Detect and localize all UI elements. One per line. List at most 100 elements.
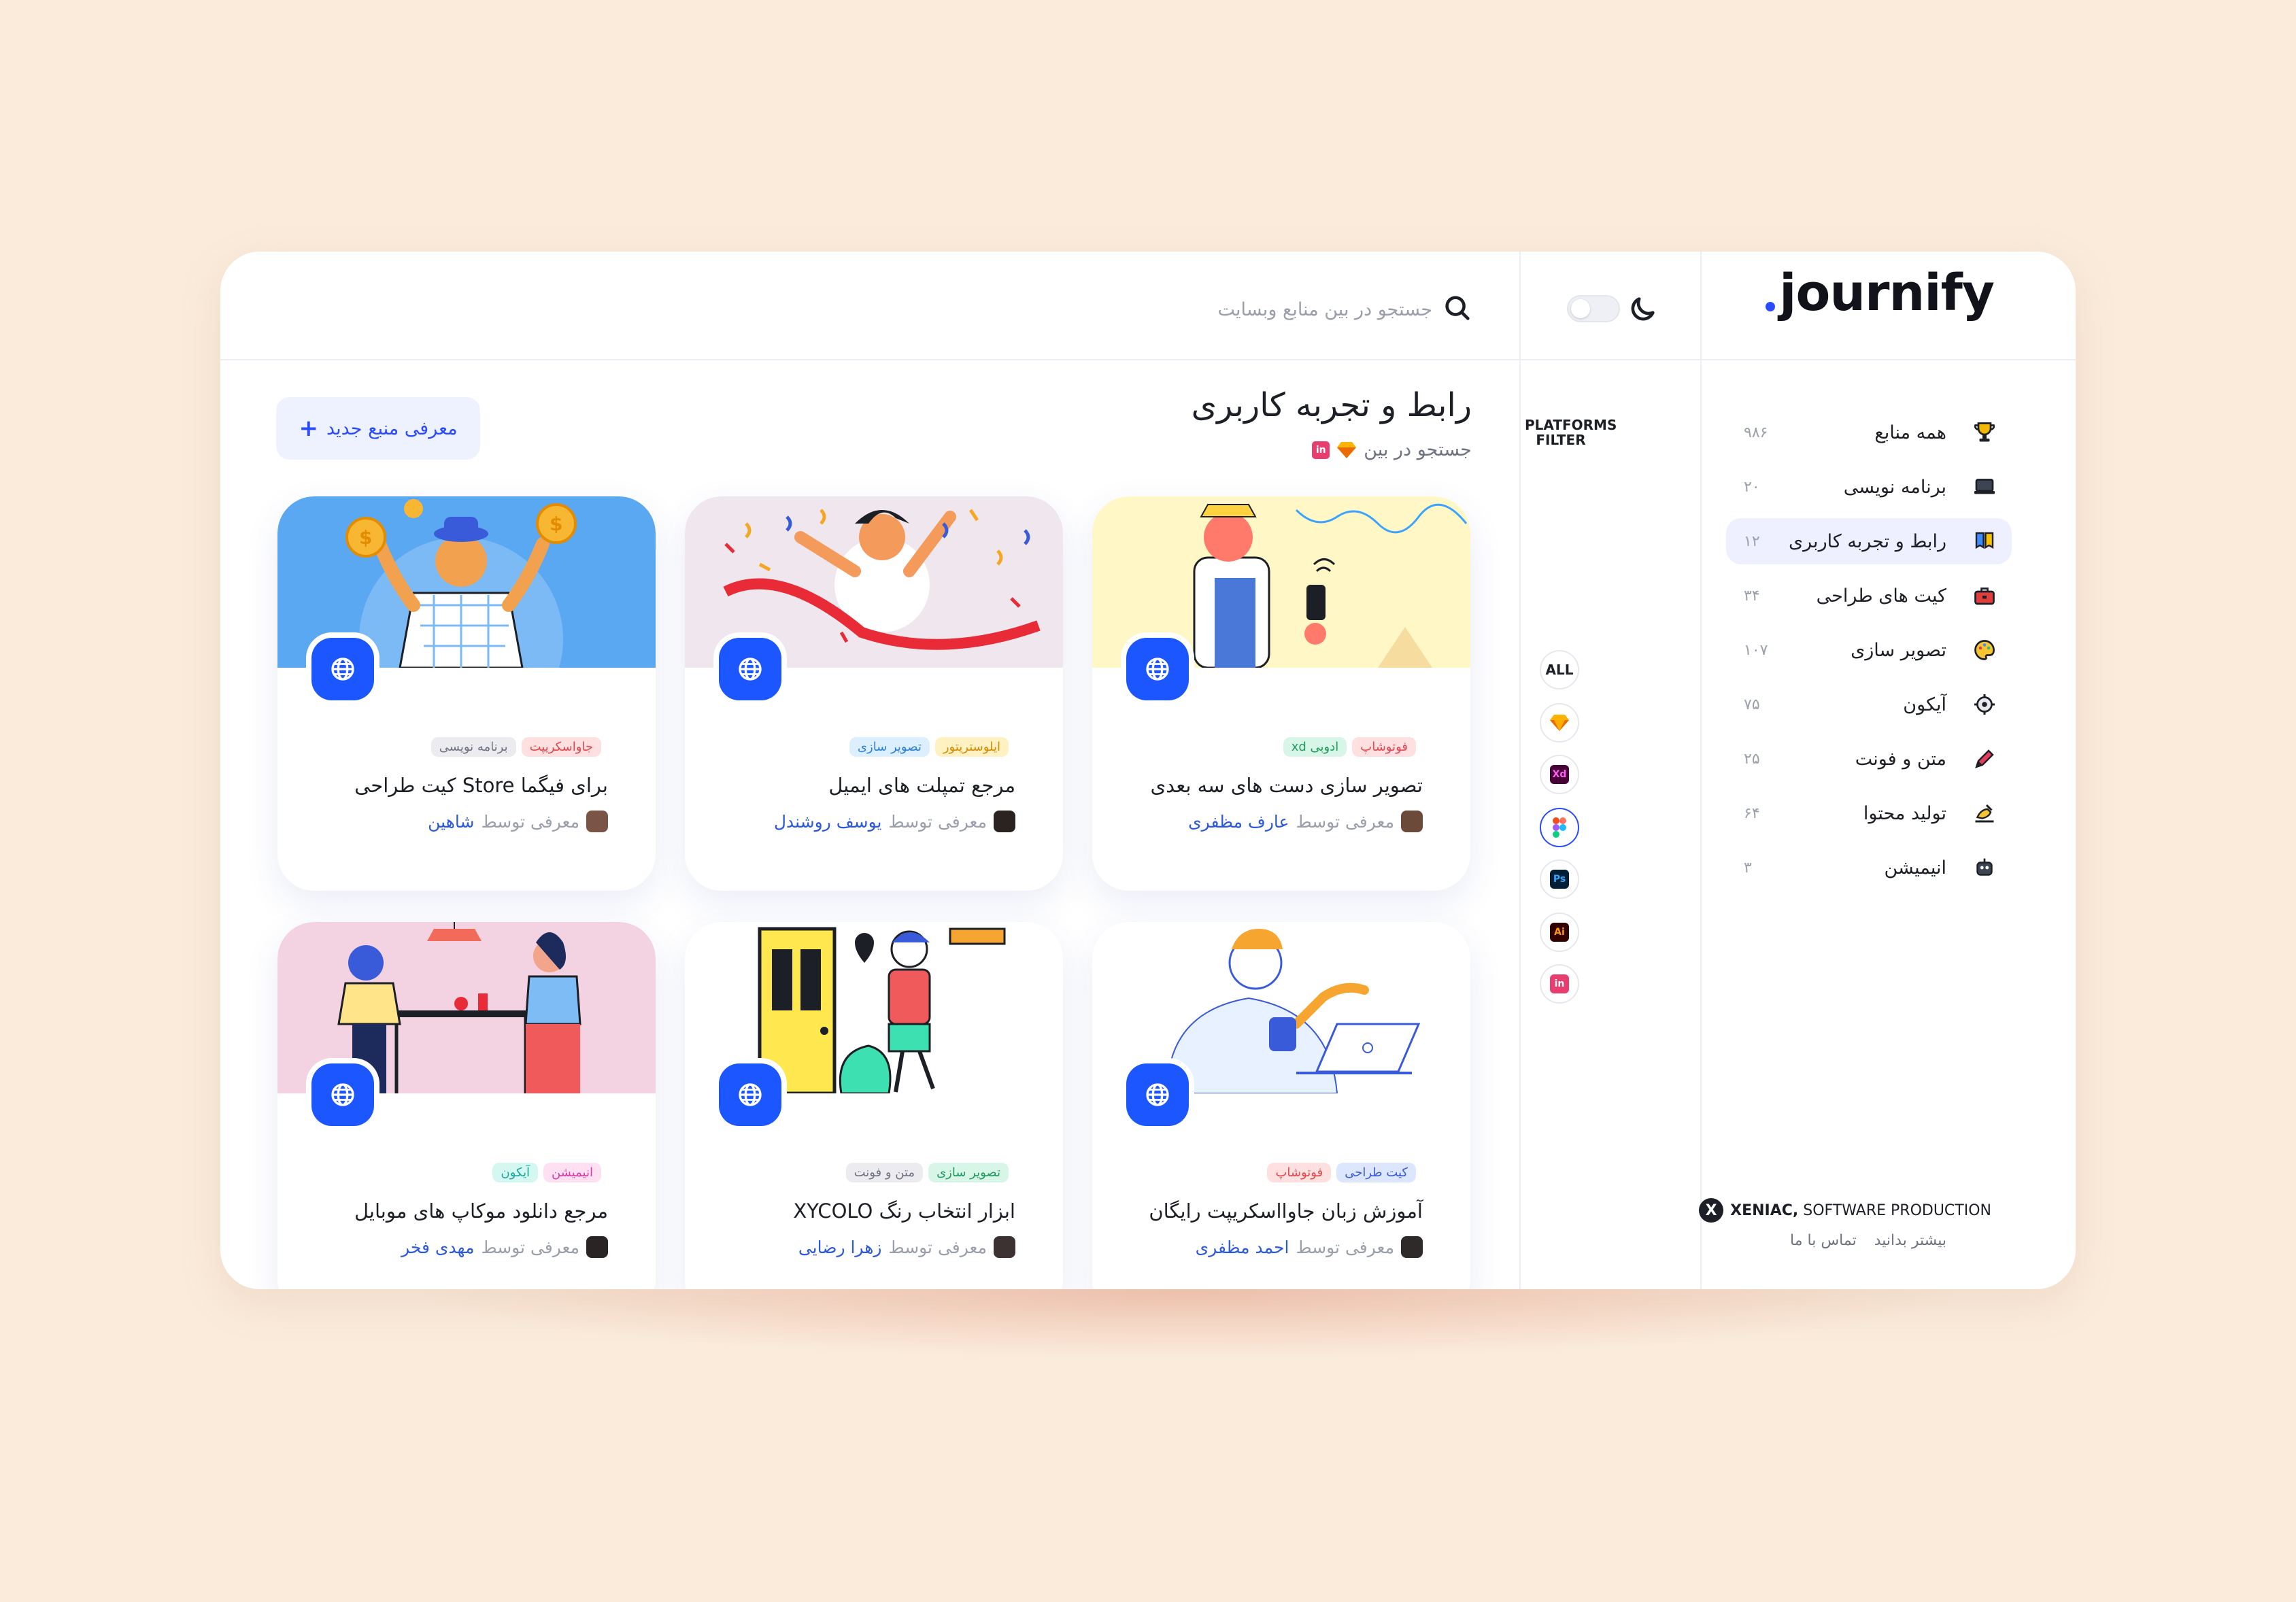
author-link[interactable]: احمد مظفری (1196, 1238, 1289, 1257)
tag: جاواسکریپت (521, 737, 601, 757)
ux-icon (1975, 532, 1994, 549)
tag: برنامه نویسی (430, 737, 516, 757)
avatar (1401, 811, 1423, 832)
author-link[interactable]: شاهین (428, 812, 474, 832)
sidebar-item-icons[interactable]: ۷۵ آیکون (1726, 681, 2012, 728)
platform-figma-button[interactable] (1540, 808, 1579, 847)
platform-invision-button[interactable]: in (1540, 964, 1579, 1004)
palette-icon (1974, 640, 1995, 660)
card-author: معرفی توسط زهرا رضایی (798, 1236, 1015, 1258)
globe-icon[interactable] (311, 638, 374, 700)
author-link[interactable]: یوسف روشندل (774, 812, 882, 832)
by-prefix: معرفی توسط (481, 811, 579, 832)
illustrator-icon: Ai (1550, 923, 1569, 942)
author-link[interactable]: زهرا رضایی (798, 1238, 882, 1257)
by-prefix: معرفی توسط (1296, 811, 1394, 832)
globe-icon[interactable] (1126, 1063, 1189, 1126)
nav-count: ۷۵ (1744, 696, 1760, 713)
card-author: معرفی توسط مهدی فخر (401, 1236, 608, 1258)
card-author: معرفی توسط یوسف روشندل (774, 811, 1015, 832)
resource-card[interactable]: تصویر سازی متن و فونت ابزار انتخاب رنگ X… (685, 922, 1063, 1289)
globe-icon[interactable] (1126, 638, 1189, 700)
toolbox-icon (1974, 587, 1995, 605)
sidebar-item-all-resources[interactable]: ۹۸۶ همه منابع (1726, 409, 2012, 456)
invision-icon: in (1312, 441, 1330, 459)
platform-xd-button[interactable]: Xd (1540, 755, 1579, 794)
nav-count: ۳ (1744, 859, 1752, 876)
card-tags: جاواسکریپت برنامه نویسی (430, 737, 601, 757)
globe-icon[interactable] (719, 1063, 781, 1126)
nav-count: ۱۲ (1744, 532, 1760, 550)
footer-links: بیشتر بدانید تماس با ما (1772, 1232, 1946, 1249)
card-tags: ایلوستریتور تصویر سازی (849, 737, 1009, 757)
avatar (1401, 1236, 1423, 1258)
nav-label: انیمیشن (1884, 857, 1946, 879)
robot-icon (1976, 858, 1993, 876)
tag: متن و فونت (845, 1163, 924, 1182)
trophy-icon (1974, 422, 1995, 442)
resource-card[interactable]: انیمیشن آیکون مرجع دانلود موکاپ های موبا… (277, 922, 656, 1289)
sidebar-divider (1519, 252, 1521, 1289)
invision-icon: in (1550, 974, 1569, 993)
platform-all-button[interactable]: ALL (1540, 650, 1579, 689)
author-link[interactable]: مهدی فخر (401, 1238, 474, 1257)
header-divider (220, 359, 2076, 360)
pencil-icon (1975, 749, 1994, 768)
nav-label: برنامه نویسی (1843, 476, 1946, 498)
nav-count: ۲۵ (1744, 750, 1760, 768)
sidebar-item-content[interactable]: ۶۴ تولید محتوا (1726, 790, 2012, 836)
tag: فوتوشاپ (1267, 1163, 1332, 1182)
tag: تصویر سازی (928, 1163, 1009, 1182)
card-title: برای فیگما Store کیت طراحی (354, 774, 608, 797)
avatar (586, 1236, 608, 1258)
by-prefix: معرفی توسط (481, 1237, 579, 1257)
sidebar-item-design-kits[interactable]: ۳۴ کیت های طراحی (1726, 573, 2012, 619)
tag: تصویر سازی (849, 737, 930, 757)
globe-icon[interactable] (311, 1063, 374, 1126)
resource-card[interactable]: فوتوشاپ ادوبی xd تصویر سازی دست های سه ب… (1092, 496, 1470, 891)
app-window: journify ۹۸۶ همه منابع ۲۰ برنامه نویسی ۱… (220, 252, 2076, 1289)
brand-credit: X XENIAC, SOFTWARE PRODUCTION (1699, 1198, 1991, 1223)
nav-count: ۶۴ (1744, 804, 1760, 822)
card-author: معرفی توسط شاهین (428, 811, 608, 832)
sidebar-item-text-fonts[interactable]: ۲۵ متن و فونت (1726, 736, 2012, 782)
xeniac-logo-icon: X (1699, 1198, 1724, 1223)
tag: انیمیشن (543, 1163, 601, 1182)
tag: ادوبی xd (1283, 737, 1347, 757)
tag: ایلوستریتور (934, 737, 1009, 757)
sidebar-item-ux[interactable]: ۱۲ رابط و تجربه کاربری (1726, 518, 2012, 564)
search-icon[interactable] (1442, 292, 1473, 324)
moon-icon[interactable] (1627, 294, 1658, 325)
card-title: مرجع تمپلت های ایمیل (828, 774, 1015, 797)
sidebar-item-programming[interactable]: ۲۰ برنامه نویسی (1726, 464, 2012, 510)
tag: فوتوشاپ (1352, 737, 1416, 757)
sidebar-item-animation[interactable]: ۳ انیمیشن (1726, 845, 2012, 891)
card-author: معرفی توسط عارف مظفری (1188, 811, 1423, 832)
brand-tagline: SOFTWARE PRODUCTION (1803, 1202, 1991, 1219)
nav-count: ۲۰ (1744, 478, 1760, 496)
nav-label: رابط و تجربه کاربری (1789, 530, 1946, 552)
nav-divider (1700, 252, 1702, 1289)
contact-link[interactable]: تماس با ما (1790, 1232, 1857, 1249)
platform-photoshop-button[interactable]: Ps (1540, 859, 1579, 899)
add-resource-label: معرفی منبع جدید (326, 417, 458, 439)
svg-text:$: $ (550, 513, 562, 535)
learn-more-link[interactable]: بیشتر بدانید (1874, 1232, 1946, 1249)
resource-card[interactable]: $ $ جاواسکریپت برنامه نویسی برای فیگما S… (277, 496, 656, 891)
search-input[interactable] (955, 288, 1434, 330)
globe-icon[interactable] (719, 638, 781, 700)
platform-illustrator-button[interactable]: Ai (1540, 913, 1579, 952)
nav-label: متن و فونت (1855, 748, 1946, 770)
author-link[interactable]: عارف مظفری (1188, 812, 1289, 832)
card-tags: تصویر سازی متن و فونت (845, 1163, 1009, 1182)
add-resource-button[interactable]: معرفی منبع جدید + (276, 397, 480, 460)
avatar (994, 1236, 1015, 1258)
sidebar-item-illustration[interactable]: ۱۰۷ تصویر سازی (1726, 627, 2012, 673)
filter-prefix: جستجو در بین (1364, 439, 1472, 460)
logo[interactable]: journify (1766, 264, 1995, 322)
logo-dot (1766, 302, 1776, 311)
platform-sketch-button[interactable] (1540, 703, 1579, 743)
theme-toggle[interactable] (1567, 295, 1620, 322)
resource-card[interactable]: کیت طراحی فوتوشاپ آموزش زبان جاوااسکریپت… (1092, 922, 1470, 1289)
resource-card[interactable]: ایلوستریتور تصویر سازی مرجع تمپلت های ای… (685, 496, 1063, 891)
